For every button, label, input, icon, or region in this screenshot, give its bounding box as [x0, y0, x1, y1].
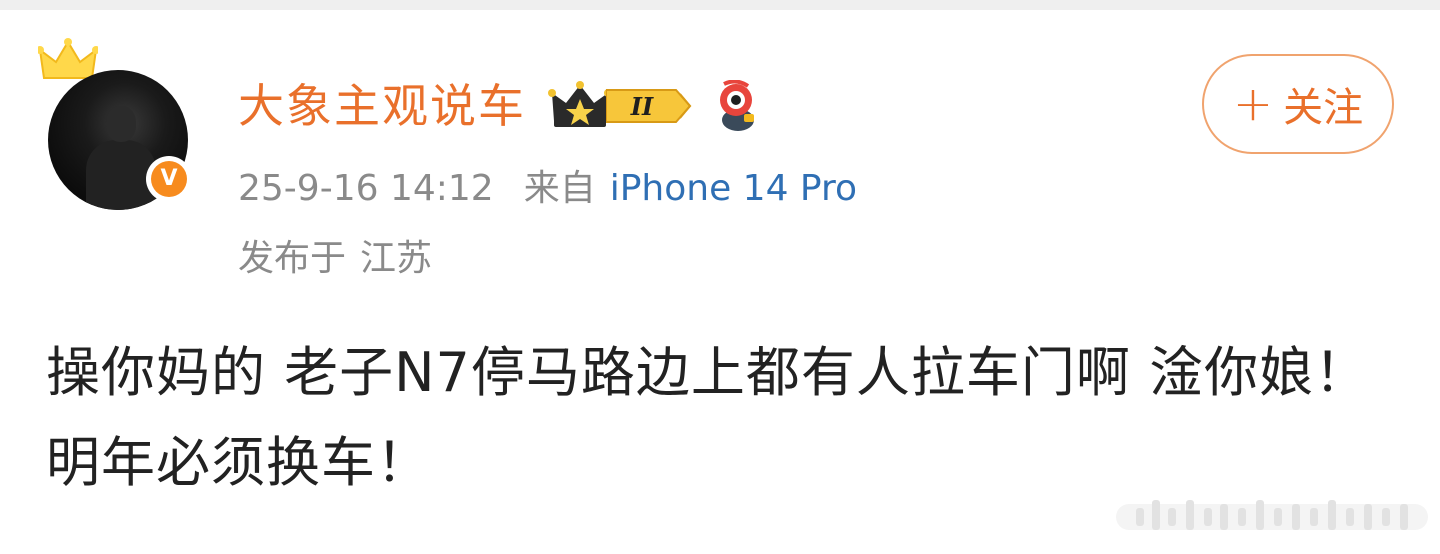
- name-row: 大象主观说车 II: [238, 76, 760, 136]
- post-body-text: 操你妈的 老子N7停马路边上都有人拉车门啊 淦你娘！明年必须换车！: [46, 341, 1370, 494]
- post-timestamp: 25-9-16 14:12: [238, 168, 494, 209]
- weibo-post-card: V 大象主观说车 II 25-9-16 14:12 来自 iPhone 14 P…: [0, 0, 1440, 554]
- location-label: 发布于: [238, 238, 347, 279]
- avatar-figure-head: [106, 106, 136, 142]
- avatar-container[interactable]: V: [38, 38, 198, 210]
- post-meta: 25-9-16 14:12 来自 iPhone 14 Pro: [238, 164, 857, 214]
- device-link[interactable]: iPhone 14 Pro: [610, 168, 857, 209]
- verified-v-icon: V: [151, 161, 187, 197]
- follow-label: 关注: [1283, 85, 1364, 131]
- watermark-icon: [1116, 500, 1428, 530]
- weibo-mascot-icon[interactable]: [714, 80, 760, 132]
- level-text: II: [630, 92, 654, 121]
- verified-badge: V: [146, 156, 192, 202]
- level-badge[interactable]: II: [548, 81, 692, 131]
- username[interactable]: 大象主观说车: [238, 76, 526, 136]
- source-label: 来自: [523, 168, 596, 209]
- top-divider: [0, 0, 1440, 10]
- follow-button[interactable]: + 关注: [1202, 54, 1394, 154]
- level-tag-icon: II: [606, 89, 692, 123]
- location-value: 江苏: [360, 238, 433, 279]
- crown-level-icon: [548, 81, 612, 127]
- post-location: 发布于 江苏: [238, 234, 432, 284]
- plus-icon: +: [1232, 76, 1274, 132]
